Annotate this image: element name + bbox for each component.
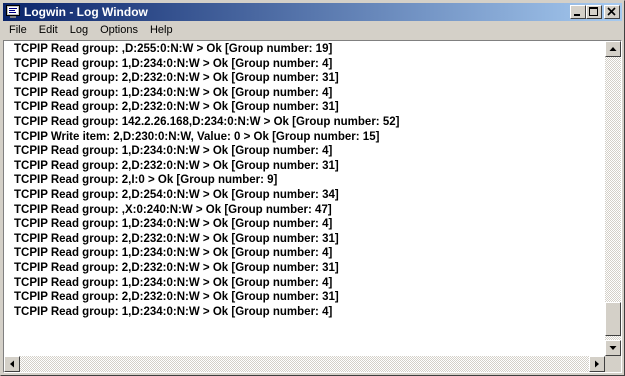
scroll-up-button[interactable] (605, 41, 621, 57)
log-line: TCPIP Read group: 2,D:232:0:N:W > Ok [Gr… (14, 72, 339, 85)
vertical-scrollbar[interactable] (605, 41, 621, 356)
menu-help[interactable]: Help (144, 22, 179, 39)
minimize-button[interactable] (570, 5, 586, 19)
scroll-down-button[interactable] (605, 340, 621, 356)
arrow-left-icon (10, 360, 14, 368)
close-button[interactable] (604, 5, 620, 19)
window-controls (570, 5, 620, 19)
log-line: TCPIP Read group: 1,D:234:0:N:W > Ok [Gr… (14, 305, 333, 318)
log-window-icon (6, 5, 20, 18)
menu-bar: File Edit Log Options Help (3, 22, 622, 39)
scrollbar-corner (605, 356, 621, 372)
log-line: TCPIP Read group: 2,D:232:0:N:W > Ok [Gr… (14, 291, 339, 304)
log-line: TCPIP Read group: 1,D:234:0:N:W > Ok [Gr… (14, 276, 333, 289)
log-line: TCPIP Read group: 2,D:232:0:N:W > Ok [Gr… (14, 232, 339, 245)
window-title: Logwin - Log Window (24, 5, 148, 19)
log-line: TCPIP Read group: 2,D:254:0:N:W > Ok [Gr… (14, 188, 339, 201)
log-line: TCPIP Read group: 2,D:232:0:N:W > Ok [Gr… (14, 159, 339, 172)
log-line: TCPIP Read group: 1,D:234:0:N:W > Ok [Gr… (14, 86, 333, 99)
title-bar[interactable]: Logwin - Log Window (3, 3, 622, 21)
arrow-down-icon (609, 346, 617, 350)
menu-options[interactable]: Options (94, 22, 144, 39)
log-line: TCPIP Read group: ,D:255:0:N:W > Ok [Gro… (14, 43, 333, 55)
menu-log[interactable]: Log (64, 22, 94, 39)
scroll-right-button[interactable] (589, 356, 605, 372)
log-line: TCPIP Read group: 2,D:232:0:N:W > Ok [Gr… (14, 261, 339, 274)
menu-file[interactable]: File (3, 22, 33, 39)
menu-edit[interactable]: Edit (33, 22, 64, 39)
maximize-button[interactable] (586, 5, 602, 19)
arrow-right-icon (595, 360, 599, 368)
maximize-icon (589, 7, 598, 16)
minimize-icon (574, 14, 580, 16)
log-window: Logwin - Log Window File Edit Log Option… (0, 0, 625, 376)
log-line: TCPIP Read group: ,X:0:240:N:W > Ok [Gro… (14, 203, 332, 216)
scroll-left-button[interactable] (4, 356, 20, 372)
log-line: TCPIP Read group: 1,D:234:0:N:W > Ok [Gr… (14, 57, 333, 70)
log-line: TCPIP Read group: 1,D:234:0:N:W > Ok [Gr… (14, 247, 333, 260)
log-line: TCPIP Read group: 2,I:0 > Ok [Group numb… (14, 174, 278, 187)
log-line: TCPIP Write item: 2,D:230:0:N:W, Value: … (14, 130, 380, 143)
vertical-scroll-thumb[interactable] (605, 302, 621, 336)
log-line: TCPIP Read group: 2,D:232:0:N:W > Ok [Gr… (14, 101, 339, 114)
log-line: TCPIP Read group: 1,D:234:0:N:W > Ok [Gr… (14, 218, 333, 231)
arrow-up-icon (609, 47, 617, 51)
log-text-area[interactable]: TCPIP Read group: ,D:255:0:N:W > Ok [Gro… (14, 42, 614, 354)
horizontal-scrollbar[interactable] (4, 356, 605, 372)
close-icon (607, 7, 616, 16)
log-client-area: TCPIP Read group: ,D:255:0:N:W > Ok [Gro… (3, 40, 622, 373)
log-line: TCPIP Read group: 142.2.26.168,D:234:0:N… (14, 115, 400, 128)
log-line: TCPIP Read group: 1,D:234:0:N:W > Ok [Gr… (14, 145, 333, 158)
